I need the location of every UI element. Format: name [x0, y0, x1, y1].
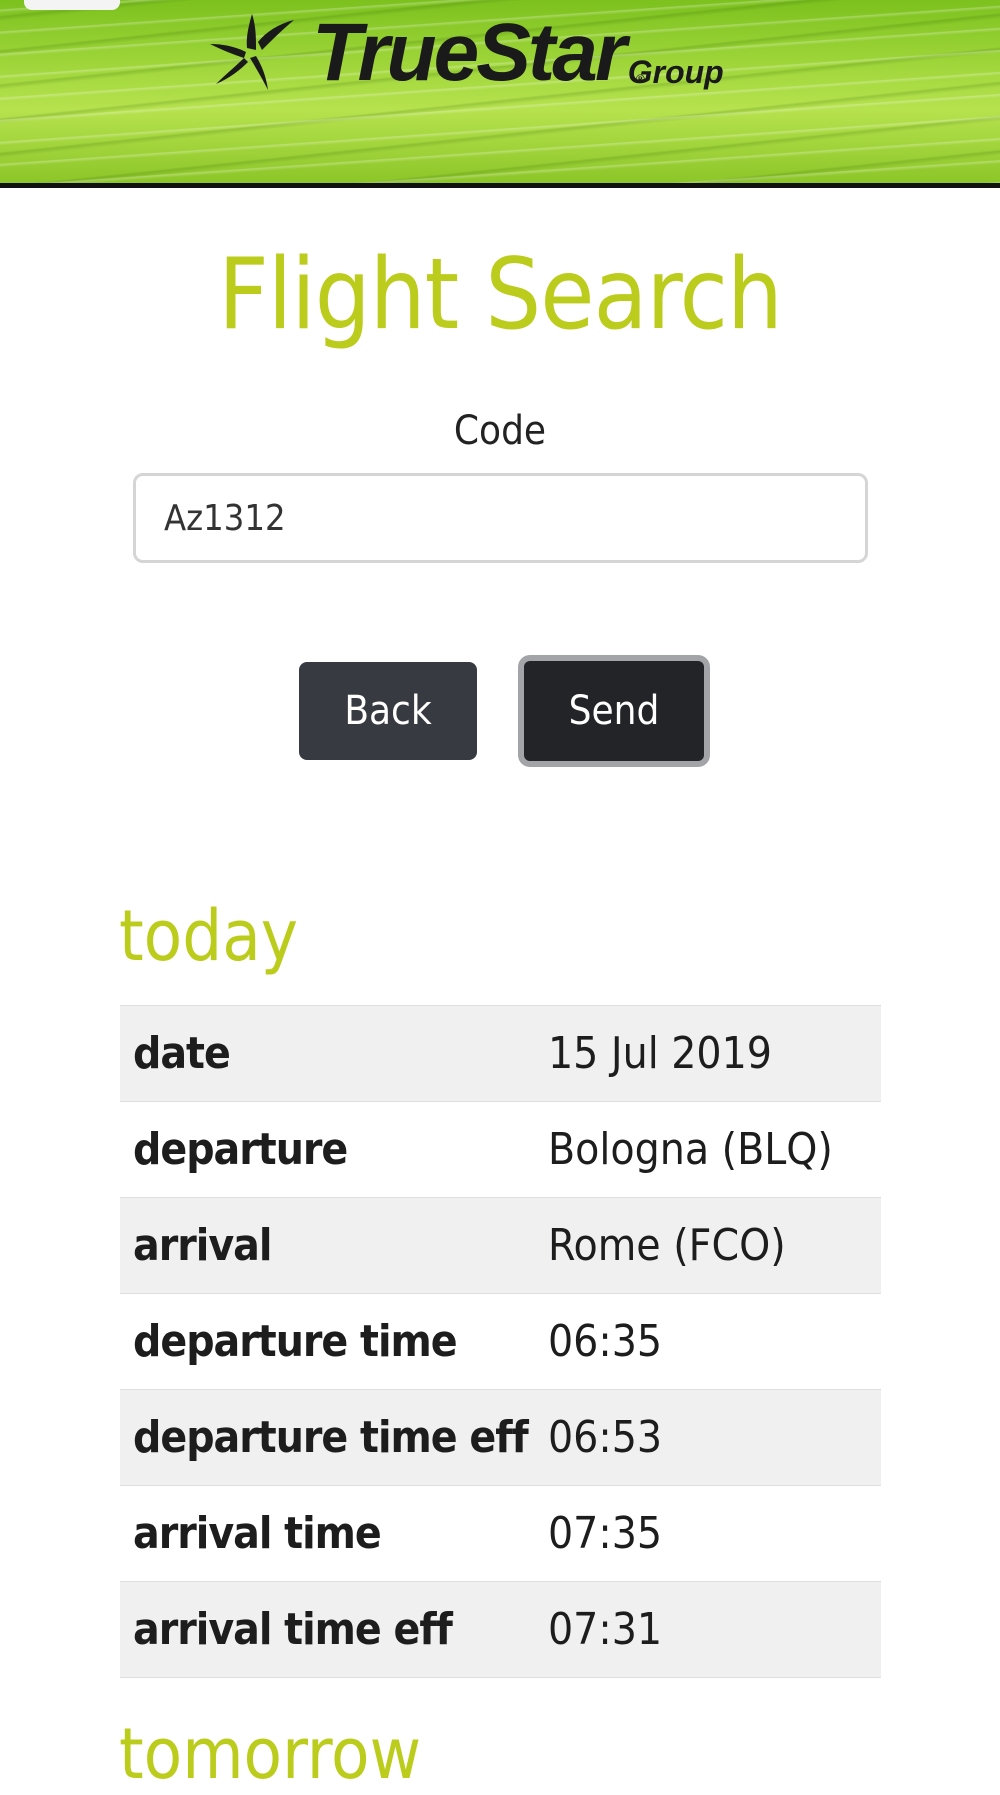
menu-tab[interactable]	[24, 0, 120, 10]
table-row: arrival time eff 07:31	[120, 1581, 881, 1678]
row-value: Bologna (BLQ)	[548, 1124, 833, 1175]
table-row: arrival Rome (FCO)	[120, 1197, 881, 1294]
row-value: Rome (FCO)	[548, 1220, 786, 1271]
logo-wordmark: TrueStar ®	[312, 12, 645, 94]
logo-group-text: Group	[627, 54, 724, 90]
row-value: 15 Jul 2019	[548, 1028, 772, 1079]
row-value: 06:35	[548, 1316, 663, 1367]
code-label: Code	[453, 408, 547, 454]
row-value: 06:53	[548, 1412, 663, 1463]
row-value: 07:31	[548, 1604, 663, 1655]
row-key: departure time eff	[133, 1412, 529, 1463]
star-swirl-icon	[210, 14, 294, 90]
today-heading: today	[119, 895, 299, 977]
back-button[interactable]: Back	[299, 662, 477, 760]
row-key: departure	[133, 1124, 348, 1175]
table-row: departure Bologna (BLQ)	[120, 1102, 881, 1198]
code-input[interactable]	[133, 473, 868, 563]
table-row: departure time eff 06:53	[120, 1389, 881, 1486]
table-row: arrival time 07:35	[120, 1486, 881, 1582]
row-value: 07:35	[548, 1508, 663, 1559]
row-key: arrival	[133, 1220, 272, 1271]
send-button[interactable]: Send	[518, 655, 710, 767]
row-key: date	[133, 1028, 231, 1079]
header-banner: TrueStar ® Group	[0, 0, 1000, 188]
registered-mark-icon: ®	[635, 72, 645, 86]
row-key: arrival time eff	[133, 1604, 453, 1655]
table-row: departure time 06:35	[120, 1294, 881, 1390]
row-key: departure time	[133, 1316, 458, 1367]
table-row: date 15 Jul 2019	[120, 1005, 881, 1102]
today-flight-table: date 15 Jul 2019 departure Bologna (BLQ)…	[120, 1005, 881, 1678]
truestar-logo[interactable]: TrueStar ® Group	[190, 4, 724, 94]
row-key: arrival time	[133, 1508, 382, 1559]
page-title: Flight Search	[218, 238, 783, 352]
tomorrow-heading: tomorrow	[119, 1713, 422, 1795]
